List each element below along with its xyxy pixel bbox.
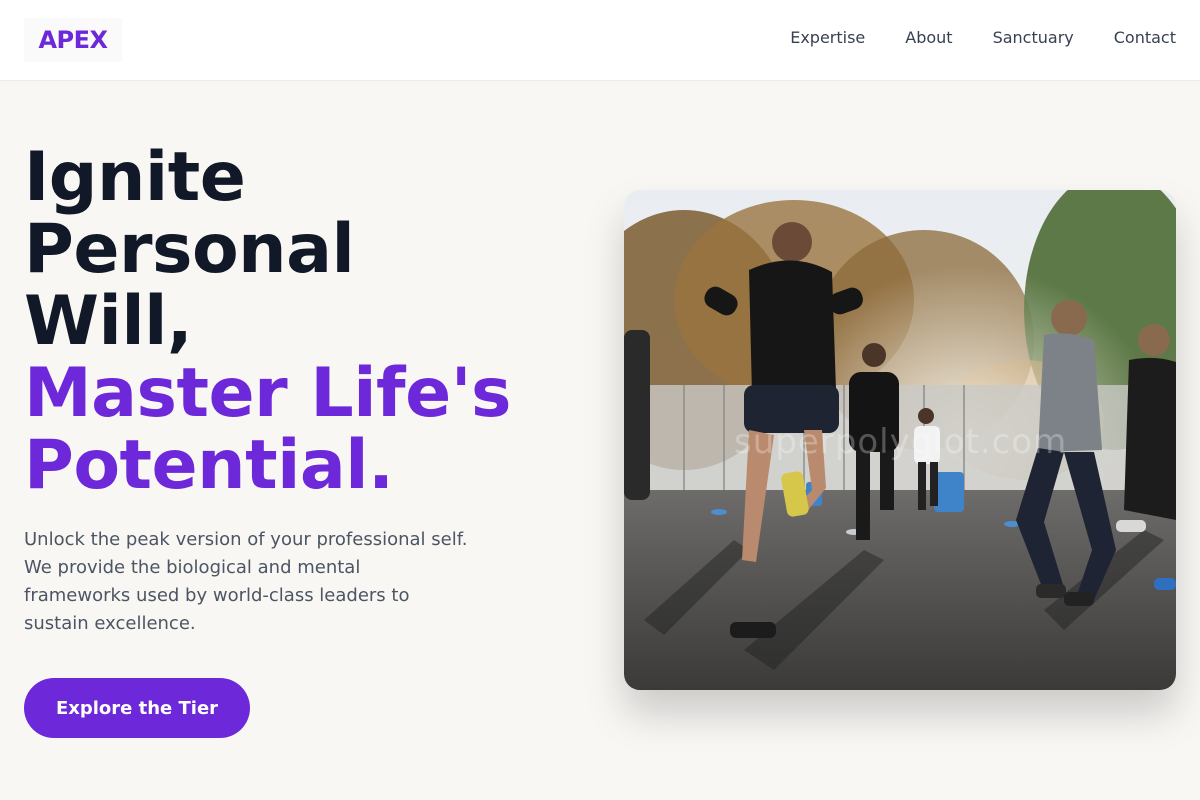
logo[interactable]: APEX [38,26,108,54]
hero-title: Ignite Personal Will, Master Life's Pote… [24,142,604,502]
nav-link-sanctuary[interactable]: Sanctuary [993,28,1074,48]
hero-title-line: Personal [24,210,355,289]
hero-description-line: We provide the biological and mental [24,557,361,578]
hero-description: Unlock the peak version of your professi… [24,526,484,638]
hero-title-line: Ignite [24,138,246,217]
logo-container[interactable]: APEX [24,18,122,62]
explore-tier-button[interactable]: Explore the Tier [24,678,250,738]
image-watermark: superpolyglot.com [734,422,1068,462]
hero-photo: superpolyglot.com [624,190,1176,690]
nav-link-contact[interactable]: Contact [1114,28,1176,48]
nav-link-about[interactable]: About [905,28,952,48]
site-header: APEX Expertise About Sanctuary Contact [0,0,1200,81]
nav-link-expertise[interactable]: Expertise [790,28,865,48]
hero-title-accent-line: Potential. [24,426,394,505]
main-nav: Expertise About Sanctuary Contact [790,28,1176,48]
hero-description-line: frameworks used by world-class leaders t… [24,585,410,606]
hero-title-line: Will, [24,282,193,361]
hero-description-line: Unlock the peak version of your professi… [24,529,468,550]
hero-title-accent-line: Master Life's [24,354,512,433]
hero-description-line: sustain excellence. [24,613,196,634]
